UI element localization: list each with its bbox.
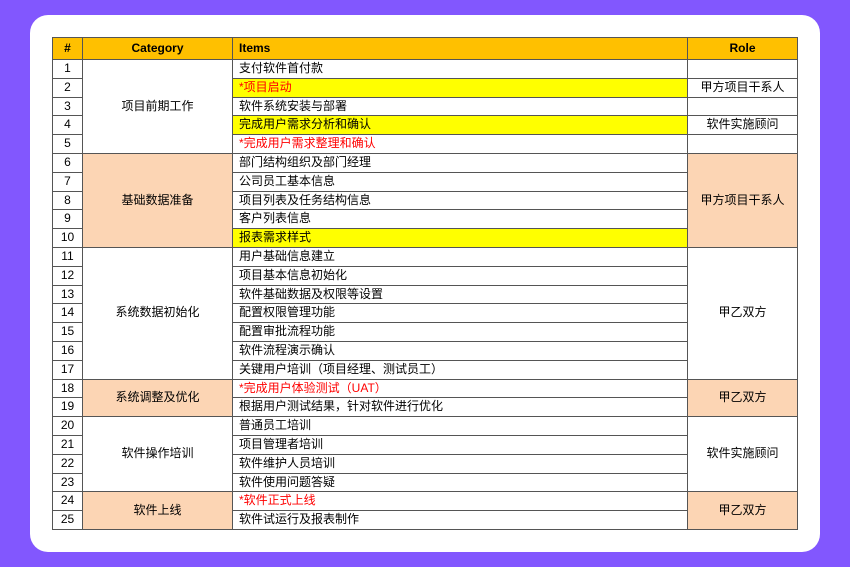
table-row: 6基础数据准备部门结构组织及部门经理甲方项目干系人 — [53, 154, 798, 173]
row-number: 24 — [53, 492, 83, 511]
category-cell: 软件上线 — [83, 492, 233, 530]
row-number: 6 — [53, 154, 83, 173]
row-number: 15 — [53, 323, 83, 342]
item-cell: 软件系统安装与部署 — [233, 97, 688, 116]
item-cell: 项目列表及任务结构信息 — [233, 191, 688, 210]
item-cell: 软件维护人员培训 — [233, 454, 688, 473]
item-cell: 完成用户需求分析和确认 — [233, 116, 688, 135]
row-number: 18 — [53, 379, 83, 398]
role-cell: 甲方项目干系人 — [688, 78, 798, 97]
row-number: 17 — [53, 360, 83, 379]
header-items: Items — [233, 38, 688, 60]
item-cell: 客户列表信息 — [233, 210, 688, 229]
role-cell: 甲方项目干系人 — [688, 154, 798, 248]
table-row: 1项目前期工作支付软件首付款 — [53, 60, 798, 79]
role-cell — [688, 97, 798, 116]
row-number: 9 — [53, 210, 83, 229]
item-cell: 报表需求样式 — [233, 229, 688, 248]
item-cell: *完成用户体验测试（UAT） — [233, 379, 688, 398]
item-cell: 根据用户测试结果，针对软件进行优化 — [233, 398, 688, 417]
row-number: 12 — [53, 266, 83, 285]
role-cell — [688, 60, 798, 79]
row-number: 19 — [53, 398, 83, 417]
item-cell: 普通员工培训 — [233, 417, 688, 436]
row-number: 11 — [53, 248, 83, 267]
category-cell: 项目前期工作 — [83, 60, 233, 154]
row-number: 1 — [53, 60, 83, 79]
row-number: 3 — [53, 97, 83, 116]
role-cell — [688, 135, 798, 154]
item-cell: 公司员工基本信息 — [233, 172, 688, 191]
row-number: 22 — [53, 454, 83, 473]
item-cell: 配置权限管理功能 — [233, 304, 688, 323]
item-cell: 项目管理者培训 — [233, 435, 688, 454]
item-cell: *项目启动 — [233, 78, 688, 97]
item-cell: *完成用户需求整理和确认 — [233, 135, 688, 154]
item-cell: 软件使用问题答疑 — [233, 473, 688, 492]
role-cell: 甲乙双方 — [688, 379, 798, 417]
item-cell: 用户基础信息建立 — [233, 248, 688, 267]
row-number: 7 — [53, 172, 83, 191]
item-cell: 关键用户培训（项目经理、测试员工） — [233, 360, 688, 379]
table-body: 1项目前期工作支付软件首付款2*项目启动甲方项目干系人3软件系统安装与部署4完成… — [53, 60, 798, 530]
role-cell: 甲乙双方 — [688, 492, 798, 530]
table-row: 24软件上线*软件正式上线甲乙双方 — [53, 492, 798, 511]
item-cell: 支付软件首付款 — [233, 60, 688, 79]
table-header-row: # Category Items Role — [53, 38, 798, 60]
item-cell: 软件试运行及报表制作 — [233, 511, 688, 530]
item-cell: *软件正式上线 — [233, 492, 688, 511]
category-cell: 系统调整及优化 — [83, 379, 233, 417]
page-background: # Category Items Role 1项目前期工作支付软件首付款2*项目… — [0, 0, 850, 567]
item-cell: 项目基本信息初始化 — [233, 266, 688, 285]
row-number: 20 — [53, 417, 83, 436]
row-number: 13 — [53, 285, 83, 304]
header-role: Role — [688, 38, 798, 60]
row-number: 16 — [53, 341, 83, 360]
row-number: 5 — [53, 135, 83, 154]
card: # Category Items Role 1项目前期工作支付软件首付款2*项目… — [30, 15, 820, 552]
row-number: 21 — [53, 435, 83, 454]
item-cell: 配置审批流程功能 — [233, 323, 688, 342]
row-number: 25 — [53, 511, 83, 530]
row-number: 10 — [53, 229, 83, 248]
plan-table: # Category Items Role 1项目前期工作支付软件首付款2*项目… — [52, 37, 798, 530]
role-cell: 甲乙双方 — [688, 248, 798, 380]
role-cell: 软件实施顾问 — [688, 417, 798, 492]
header-num: # — [53, 38, 83, 60]
table-row: 18系统调整及优化*完成用户体验测试（UAT）甲乙双方 — [53, 379, 798, 398]
category-cell: 系统数据初始化 — [83, 248, 233, 380]
category-cell: 软件操作培训 — [83, 417, 233, 492]
table-row: 11系统数据初始化用户基础信息建立甲乙双方 — [53, 248, 798, 267]
row-number: 2 — [53, 78, 83, 97]
item-cell: 软件基础数据及权限等设置 — [233, 285, 688, 304]
table-row: 20软件操作培训普通员工培训软件实施顾问 — [53, 417, 798, 436]
row-number: 4 — [53, 116, 83, 135]
header-category: Category — [83, 38, 233, 60]
category-cell: 基础数据准备 — [83, 154, 233, 248]
row-number: 8 — [53, 191, 83, 210]
item-cell: 软件流程演示确认 — [233, 341, 688, 360]
role-cell: 软件实施顾问 — [688, 116, 798, 135]
row-number: 23 — [53, 473, 83, 492]
item-cell: 部门结构组织及部门经理 — [233, 154, 688, 173]
row-number: 14 — [53, 304, 83, 323]
